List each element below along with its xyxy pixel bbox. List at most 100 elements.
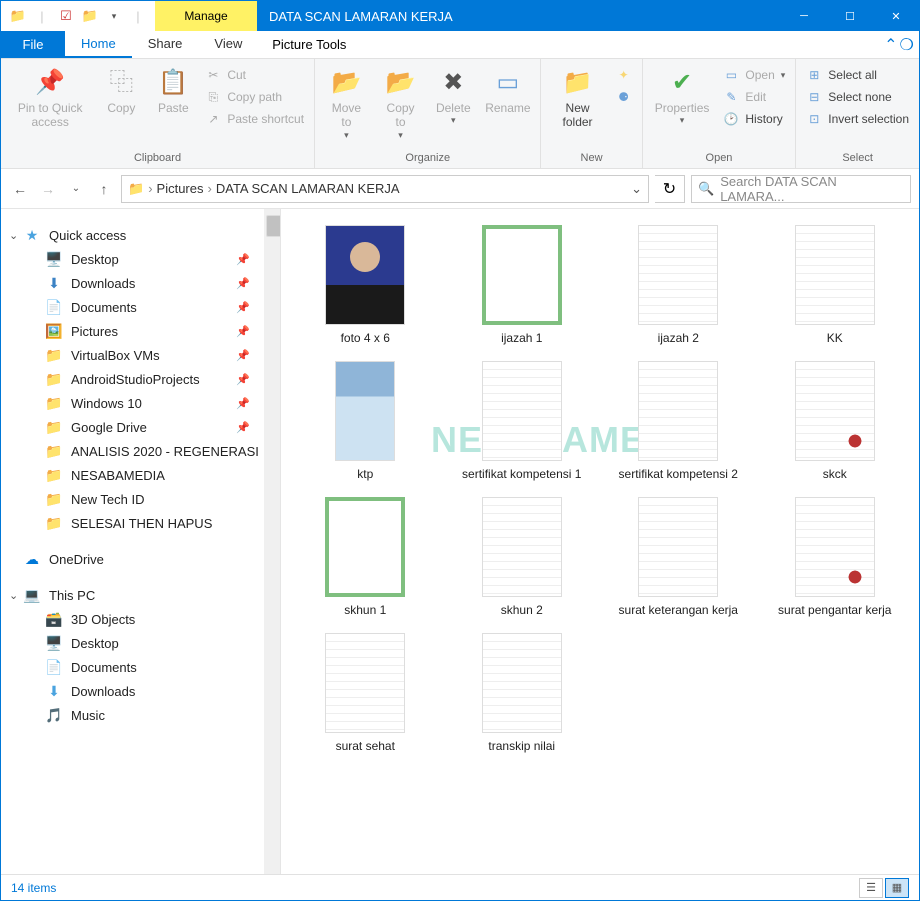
sidebar-item[interactable]: ⬇Downloads📌 bbox=[1, 271, 280, 295]
file-item[interactable]: ijazah 1 bbox=[446, 221, 599, 349]
file-item[interactable]: surat pengantar kerja bbox=[759, 493, 912, 621]
edit-button[interactable]: ✎Edit bbox=[719, 87, 789, 107]
view-tab[interactable]: View bbox=[198, 31, 258, 58]
sidebar-item[interactable]: ⬇Downloads bbox=[1, 679, 280, 703]
file-item[interactable]: ijazah 2 bbox=[602, 221, 755, 349]
qat-properties-icon[interactable]: ☑ bbox=[55, 5, 77, 27]
sidebar-item-label: Google Drive bbox=[71, 420, 147, 435]
picture-tools-tab[interactable]: Picture Tools bbox=[258, 31, 360, 58]
onedrive-icon: ☁ bbox=[23, 550, 41, 568]
content-pane[interactable]: NESABAMEDIA foto 4 x 6ijazah 1ijazah 2KK… bbox=[281, 209, 919, 874]
delete-button[interactable]: ✖Delete▾ bbox=[429, 63, 477, 130]
recent-locations-button[interactable]: ⌄ bbox=[65, 178, 87, 200]
sidebar-item[interactable]: 📁VirtualBox VMs📌 bbox=[1, 343, 280, 367]
folder-icon: 📁 bbox=[45, 418, 63, 436]
sidebar-item[interactable]: 📁New Tech ID bbox=[1, 487, 280, 511]
sidebar-item[interactable]: 📁AndroidStudioProjects📌 bbox=[1, 367, 280, 391]
up-button[interactable]: ↑ bbox=[93, 178, 115, 200]
folder-icon: 📁 bbox=[45, 370, 63, 388]
file-item[interactable]: surat keterangan kerja bbox=[602, 493, 755, 621]
address-bar[interactable]: 📁 › Pictures › DATA SCAN LAMARAN KERJA ⌄ bbox=[121, 175, 649, 203]
sidebar-item-label: Windows 10 bbox=[71, 396, 142, 411]
new-folder-button[interactable]: 📁New folder bbox=[547, 63, 607, 134]
sidebar-item[interactable]: 📁SELESAI THEN HAPUS bbox=[1, 511, 280, 535]
quick-access-header[interactable]: ★ Quick access bbox=[1, 223, 280, 247]
folder-icon: 🗃️ bbox=[45, 610, 63, 628]
qat-new-folder-icon[interactable]: 📁 bbox=[79, 5, 101, 27]
file-item[interactable]: KK bbox=[759, 221, 912, 349]
paste-icon: 📋 bbox=[157, 67, 189, 99]
share-tab[interactable]: Share bbox=[132, 31, 199, 58]
open-button[interactable]: ▭Open ▾ bbox=[719, 65, 789, 85]
paste-shortcut-button[interactable]: ↗Paste shortcut bbox=[201, 109, 308, 129]
cut-button[interactable]: ✂Cut bbox=[201, 65, 308, 85]
sidebar-item-label: 3D Objects bbox=[71, 612, 135, 627]
minimize-button[interactable]: ─ bbox=[781, 1, 827, 31]
file-tab[interactable]: File bbox=[1, 31, 65, 58]
home-tab[interactable]: Home bbox=[65, 31, 132, 58]
pin-to-quick-access-button[interactable]: 📌Pin to Quick access bbox=[7, 63, 93, 134]
copy-path-icon: ⎘ bbox=[205, 89, 221, 105]
sidebar-item[interactable]: 🖼️Pictures📌 bbox=[1, 319, 280, 343]
file-item[interactable]: surat sehat bbox=[289, 629, 442, 757]
file-item[interactable]: sertifikat kompetensi 2 bbox=[602, 357, 755, 485]
refresh-button[interactable]: ↻ bbox=[655, 175, 685, 203]
onedrive-header[interactable]: ☁ OneDrive bbox=[1, 547, 280, 571]
sidebar-item[interactable]: 📄Documents📌 bbox=[1, 295, 280, 319]
maximize-button[interactable]: ☐ bbox=[827, 1, 873, 31]
breadcrumb-pictures[interactable]: Pictures bbox=[157, 181, 204, 196]
breadcrumb-current[interactable]: DATA SCAN LAMARAN KERJA bbox=[216, 181, 400, 196]
qat-dropdown-icon[interactable]: ▾ bbox=[103, 5, 125, 27]
close-button[interactable]: ✕ bbox=[873, 1, 919, 31]
copy-to-button[interactable]: 📂Copy to▾ bbox=[376, 63, 426, 145]
file-thumbnail bbox=[795, 361, 875, 461]
sidebar-item[interactable]: 📁ANALISIS 2020 - REGENERASI bbox=[1, 439, 280, 463]
icons-view-button[interactable]: ▦ bbox=[885, 878, 909, 898]
address-dropdown-icon[interactable]: ⌄ bbox=[631, 181, 642, 197]
invert-selection-button[interactable]: ⊡Invert selection bbox=[802, 109, 913, 129]
file-item[interactable]: transkip nilai bbox=[446, 629, 599, 757]
move-to-button[interactable]: 📂Move to▾ bbox=[321, 63, 372, 145]
paste-button[interactable]: 📋Paste bbox=[149, 63, 197, 119]
file-item[interactable]: skhun 1 bbox=[289, 493, 442, 621]
sidebar-item[interactable]: 🖥️Desktop📌 bbox=[1, 247, 280, 271]
rename-button[interactable]: ▭Rename bbox=[481, 63, 534, 119]
new-group-label: New bbox=[547, 150, 635, 166]
sidebar-item[interactable]: 🗃️ 3D Objects bbox=[1, 607, 280, 631]
copy-button[interactable]: ⿻Copy bbox=[97, 63, 145, 119]
sidebar-item[interactable]: 🖥️Desktop bbox=[1, 631, 280, 655]
file-item[interactable]: sertifikat kompetensi 1 bbox=[446, 357, 599, 485]
back-button[interactable]: ← bbox=[9, 178, 31, 200]
sidebar-item[interactable]: 🎵Music bbox=[1, 703, 280, 727]
sidebar-item[interactable]: 📁Windows 10📌 bbox=[1, 391, 280, 415]
new-folder-icon: 📁 bbox=[562, 67, 594, 99]
select-none-button[interactable]: ⊟Select none bbox=[802, 87, 913, 107]
history-button[interactable]: 🕑History bbox=[719, 109, 789, 129]
this-pc-header[interactable]: 💻 This PC bbox=[1, 583, 280, 607]
copy-path-button[interactable]: ⎘Copy path bbox=[201, 87, 308, 107]
file-thumbnail bbox=[638, 361, 718, 461]
titlebar: 📁 | ☑ 📁 ▾ | Manage DATA SCAN LAMARAN KER… bbox=[1, 1, 919, 31]
details-view-button[interactable]: ☰ bbox=[859, 878, 883, 898]
file-name: skhun 2 bbox=[501, 603, 543, 617]
file-item[interactable]: foto 4 x 6 bbox=[289, 221, 442, 349]
properties-button[interactable]: ✔Properties▾ bbox=[649, 63, 716, 130]
ribbon-collapse-button[interactable]: ⌃❍ bbox=[879, 31, 919, 58]
sidebar-item[interactable]: 📁NESABAMEDIA bbox=[1, 463, 280, 487]
sidebar-item[interactable]: 📄Documents bbox=[1, 655, 280, 679]
window-title: DATA SCAN LAMARAN KERJA bbox=[257, 1, 781, 31]
sidebar-item[interactable]: 📁 Google Drive 📌 bbox=[1, 415, 280, 439]
navigation-pane[interactable]: ★ Quick access 🖥️Desktop📌⬇Downloads📌📄Doc… bbox=[1, 209, 281, 874]
file-item[interactable]: skhun 2 bbox=[446, 493, 599, 621]
pin-icon: 📌 bbox=[236, 421, 272, 434]
file-name: ktp bbox=[357, 467, 373, 481]
select-all-button[interactable]: ⊞Select all bbox=[802, 65, 913, 85]
file-thumbnail bbox=[638, 225, 718, 325]
file-item[interactable]: ktp bbox=[289, 357, 442, 485]
new-item-button[interactable]: ✦ bbox=[612, 65, 636, 85]
easy-access-icon: ⚈ bbox=[616, 89, 632, 105]
forward-button[interactable]: → bbox=[37, 178, 59, 200]
easy-access-button[interactable]: ⚈ bbox=[612, 87, 636, 107]
search-box[interactable]: 🔍 Search DATA SCAN LAMARA... bbox=[691, 175, 911, 203]
file-item[interactable]: skck bbox=[759, 357, 912, 485]
